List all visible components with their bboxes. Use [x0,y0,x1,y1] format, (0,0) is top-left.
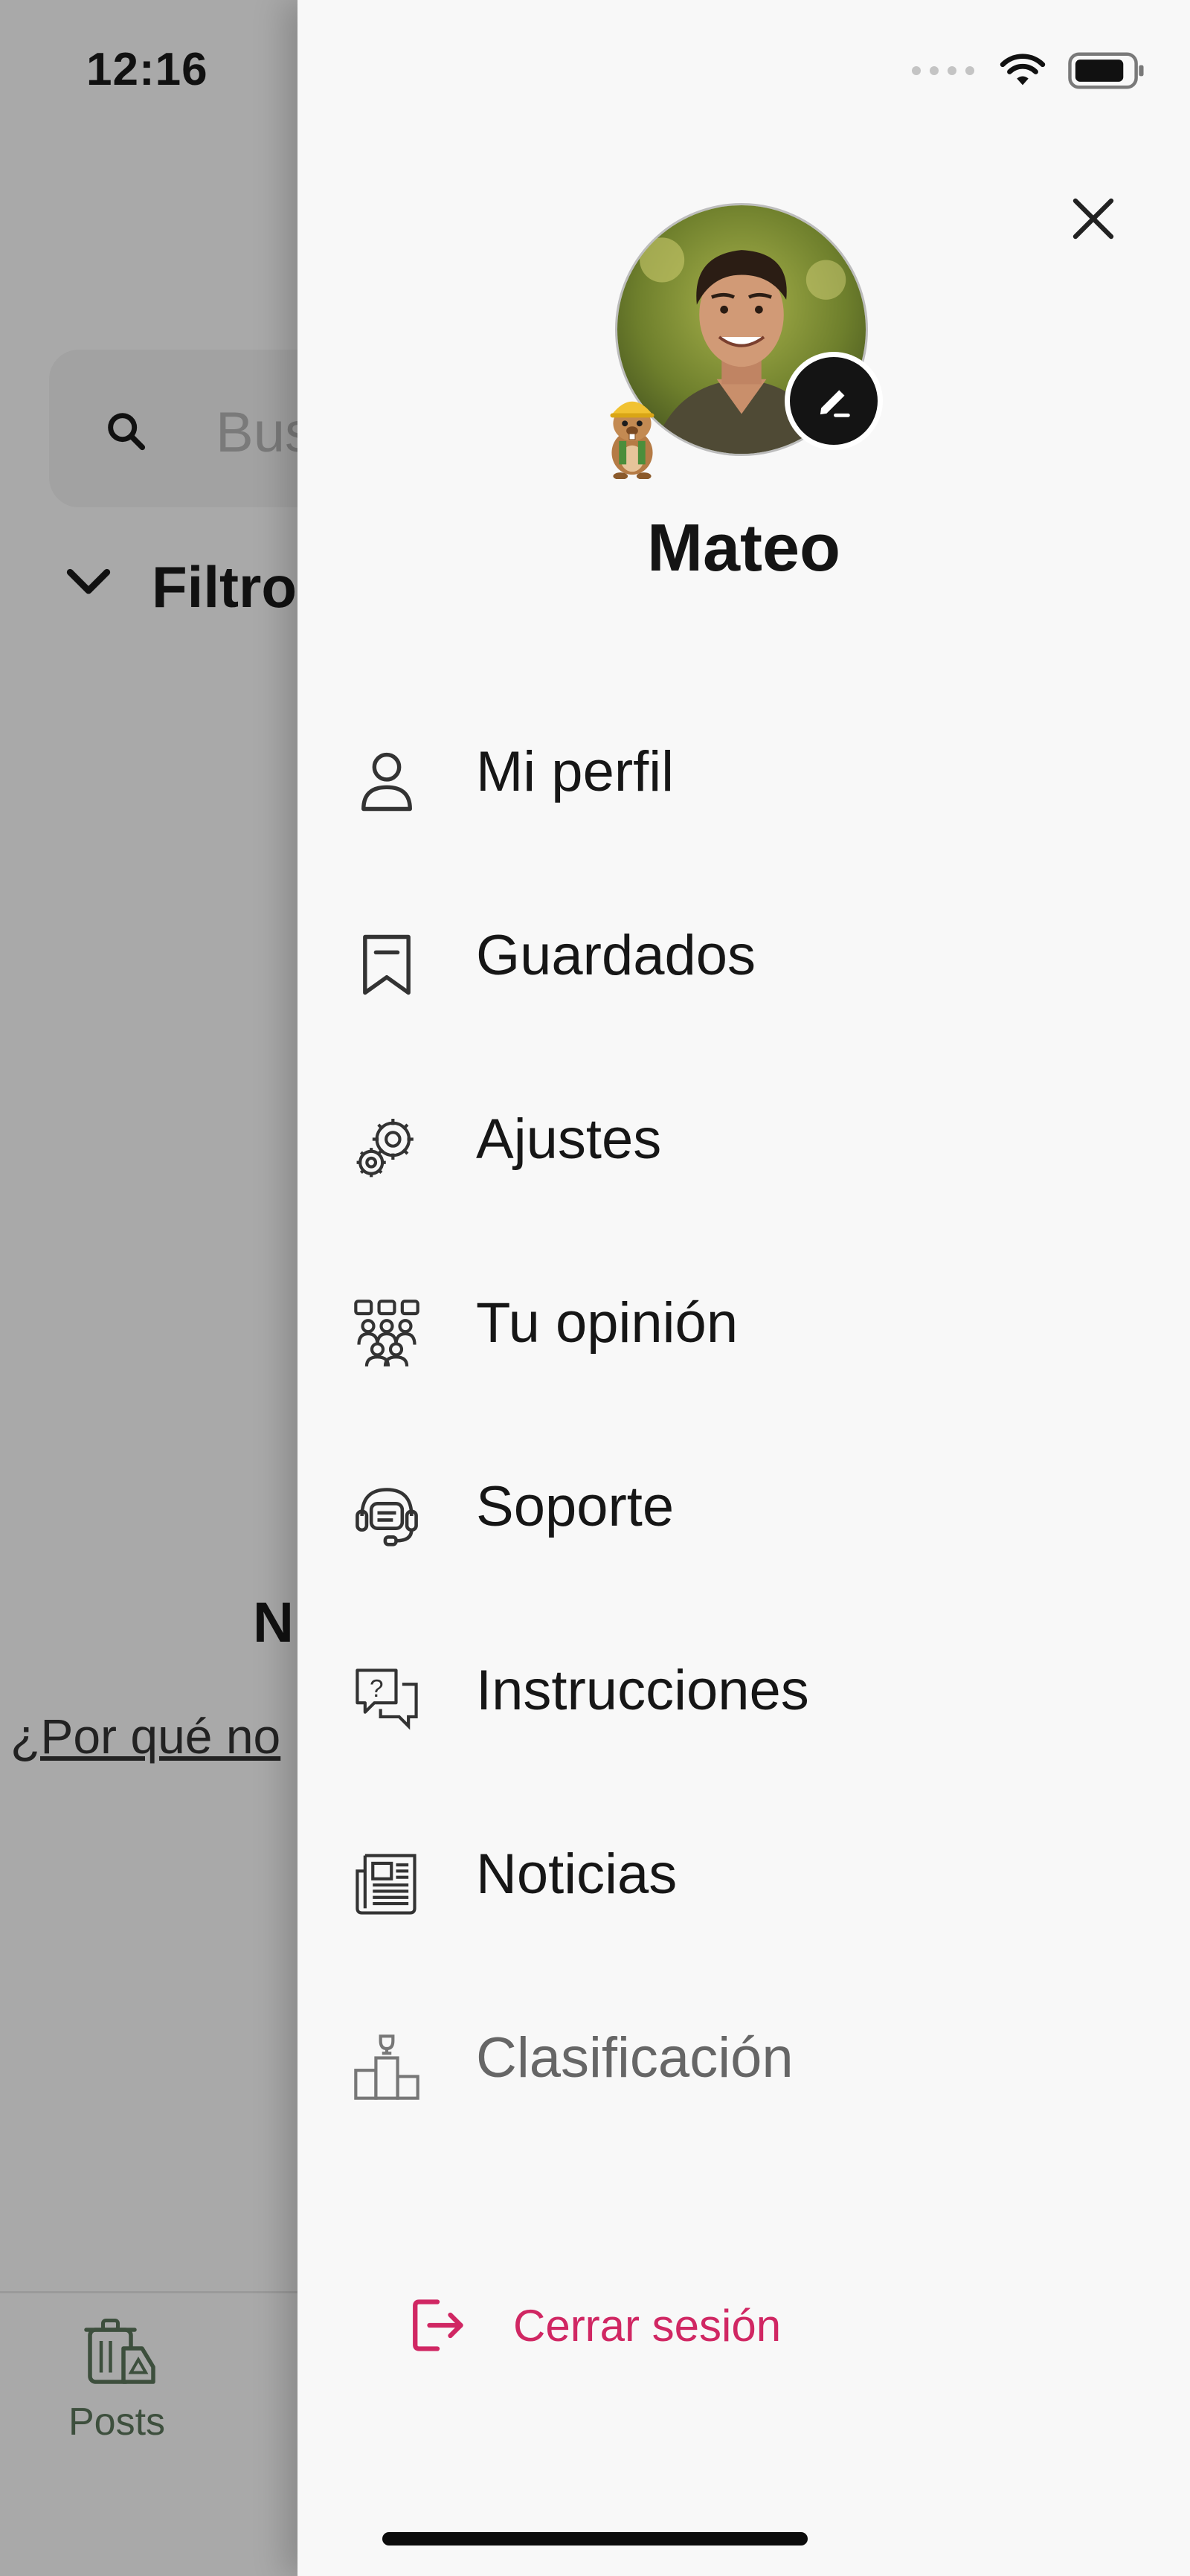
menu-item-label: Ajustes [476,1108,662,1171]
bookmark-icon [363,934,411,995]
home-indicator[interactable] [382,2532,808,2546]
logout-button[interactable]: Cerrar sesión [406,2294,781,2357]
drawer-menu: Mi perfil Guardados Ajustes Tu opinión S… [298,689,1190,2159]
menu-item-label: Instrucciones [476,1659,809,1722]
logout-label: Cerrar sesión [513,2300,782,2351]
search-icon [108,413,146,451]
status-time: 12:16 [86,44,208,95]
newspaper-icon [356,1854,416,1915]
empty-state-title: N [253,1591,294,1654]
screen: 12:16 Bus Filtro N ¿Por qué no Posts Mat… [0,0,1190,2576]
menu-item-noticias[interactable]: Noticias [298,1791,1190,1975]
close-icon [1072,198,1114,240]
menu-item-label: Mi perfil [476,740,675,803]
menu-item-label: Tu opinión [476,1291,739,1355]
recycle-bin-icon[interactable] [79,2315,161,2389]
svg-text:?: ? [370,1675,384,1703]
menu-item-soporte[interactable]: Soporte [298,1424,1190,1607]
side-drawer: Mateo Mi perfil Guardados Ajustes Tu opi… [298,0,1190,2576]
menu-item-instrucciones[interactable]: ? Instrucciones [298,1607,1190,1791]
cellular-signal-icon [912,66,974,75]
pencil-icon [820,390,850,417]
person-icon [361,752,412,812]
question-chat-icon: ? [356,1668,418,1730]
feedback-group-icon [354,1300,419,1366]
gear-icon [356,1119,414,1178]
menu-item-label: Guardados [476,924,756,987]
menu-item-mi-perfil[interactable]: Mi perfil [298,689,1190,873]
menu-item-tu-opinion[interactable]: Tu opinión [298,1240,1190,1424]
close-button[interactable] [1056,182,1130,256]
chevron-down-icon [66,568,111,594]
menu-item-label: Clasificación [476,2026,794,2090]
logout-icon [413,2299,463,2351]
battery-icon [1068,52,1144,89]
menu-item-clasificacion[interactable]: Clasificación [298,1975,1190,2159]
menu-item-label: Soporte [476,1475,675,1538]
menu-item-label: Noticias [476,1843,678,1906]
edit-avatar-button[interactable] [785,352,883,450]
headset-icon [356,1488,418,1546]
bottom-nav-posts-label[interactable]: Posts [68,2400,165,2444]
status-bar-icons [912,52,1145,89]
bottom-nav-divider [0,2291,298,2293]
menu-item-ajustes[interactable]: Ajustes [298,1056,1190,1240]
user-name: Mateo [646,511,841,585]
beaver-mascot-icon [610,401,654,479]
menu-item-guardados[interactable]: Guardados [298,873,1190,1056]
wifi-icon [1000,54,1046,86]
podium-icon [354,2034,419,2100]
filter-toggle[interactable]: Filtro [152,553,297,621]
empty-state-link[interactable]: ¿Por qué no [10,1708,280,1764]
